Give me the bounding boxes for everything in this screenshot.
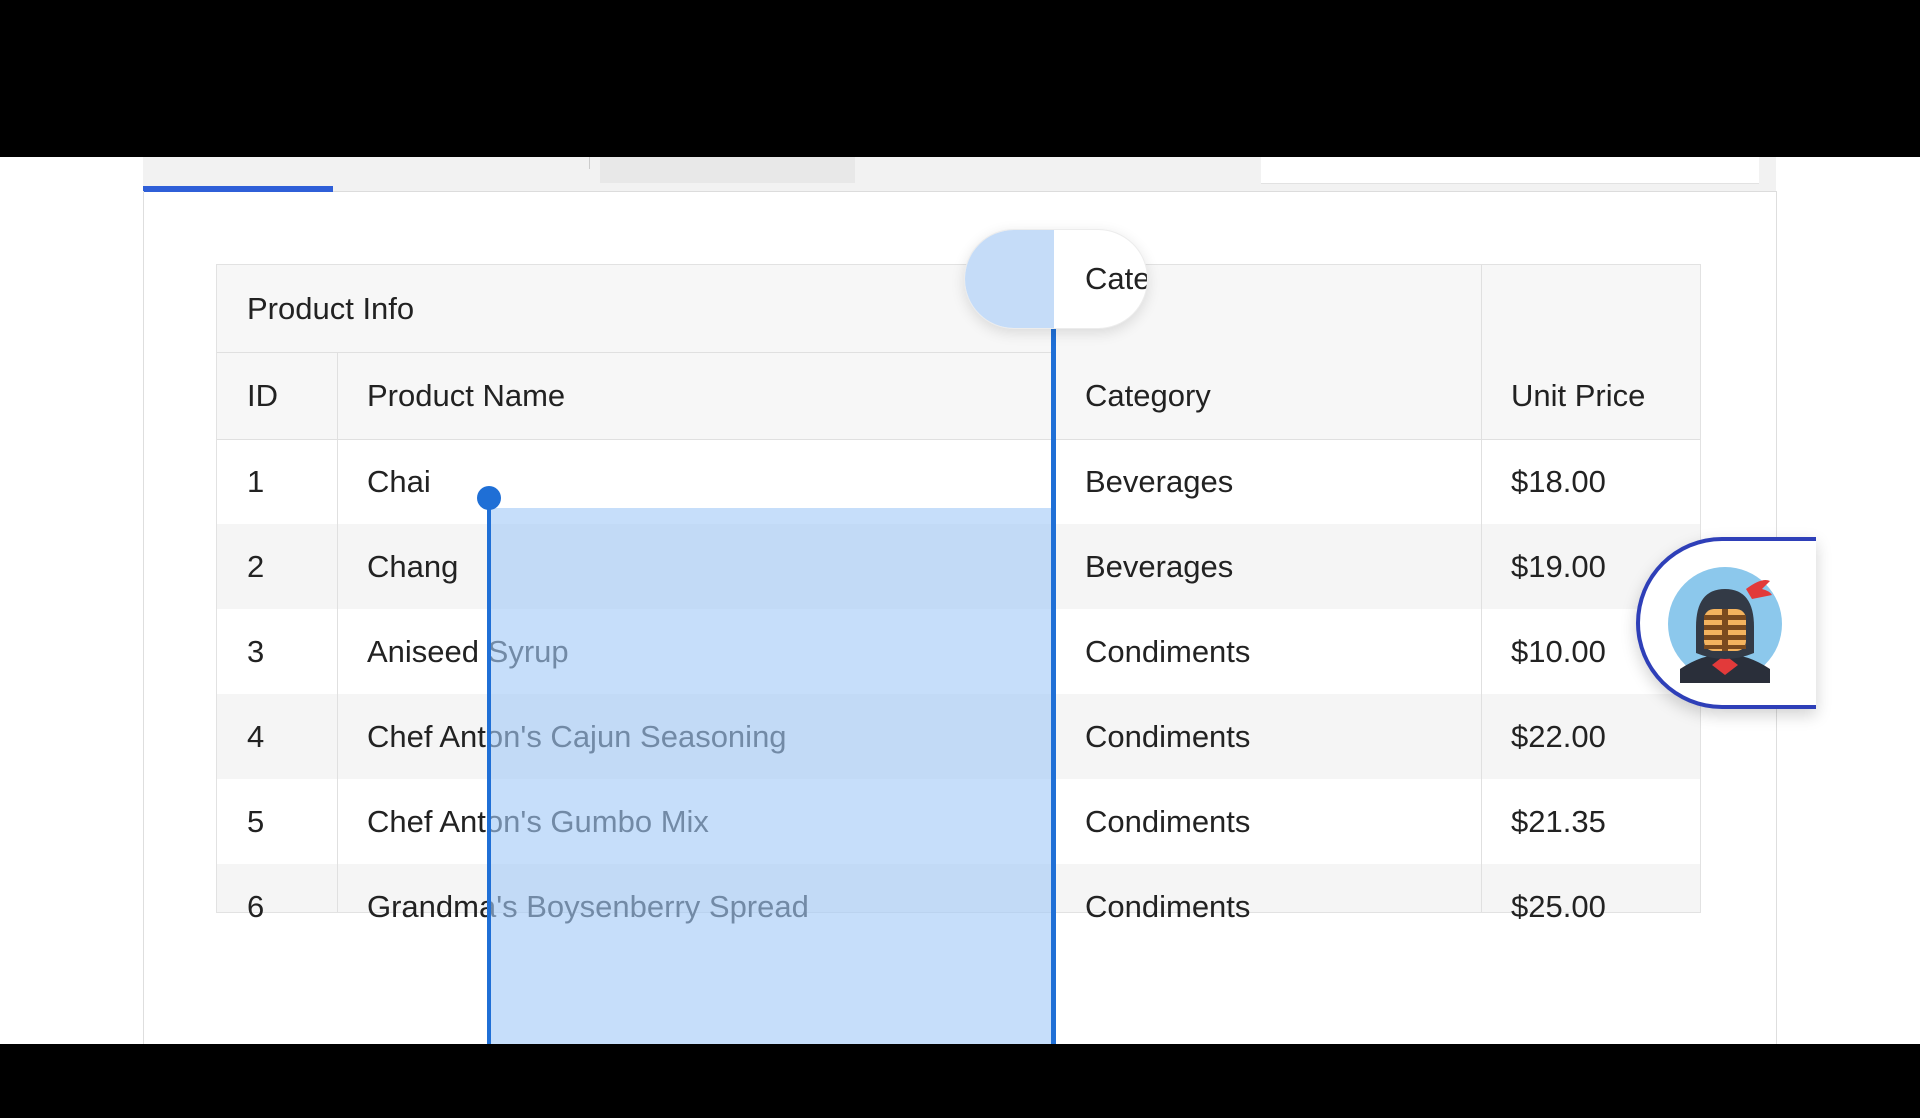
table-row[interactable]: 4 Chef Anton's Cajun Seasoning Condiment… [217, 694, 1700, 779]
drop-indicator-right [1051, 237, 1056, 1044]
cell-id: 4 [247, 718, 265, 754]
cell-id: 1 [247, 463, 265, 499]
data-grid: Product Info ID Product Name Category Un… [216, 264, 1701, 924]
tab-strip [143, 157, 1776, 192]
cell-category: Condiments [1085, 718, 1251, 754]
cell-product-name: Aniseed Syrup [367, 633, 569, 669]
table-row[interactable]: 3 Aniseed Syrup Condiments $10.00 [217, 609, 1700, 694]
column-header-product-name[interactable]: Product Name [337, 352, 1055, 439]
cell-category: Beverages [1085, 463, 1234, 499]
drop-indicator-left [487, 497, 491, 1044]
grid-line [217, 439, 1700, 440]
drag-hint-category[interactable]: Cate [964, 229, 1148, 329]
cell-product-name: Chef Anton's Cajun Seasoning [367, 718, 787, 754]
grid-line [1481, 265, 1482, 912]
avatar-badge[interactable] [1636, 537, 1816, 709]
table-row[interactable]: 6 Grandma's Boysenberry Spread Condiment… [217, 864, 1700, 924]
cell-id: 2 [247, 548, 265, 584]
cell-category: Condiments [1085, 888, 1251, 924]
cell-id: 5 [247, 803, 265, 839]
drag-hint-label: Cate [1085, 261, 1148, 296]
cell-unit-price: $21.35 [1511, 803, 1606, 839]
kendo-ninja-icon [1668, 567, 1782, 683]
column-header-category[interactable]: Category [1055, 352, 1481, 439]
cell-category: Beverages [1085, 548, 1234, 584]
drag-hint-fill [965, 230, 1054, 328]
grid-line [217, 352, 1055, 353]
cell-product-name: Chai [367, 463, 431, 499]
cell-id: 3 [247, 633, 265, 669]
cell-unit-price: $25.00 [1511, 888, 1606, 924]
table-row[interactable]: 2 Chang Beverages $19.00 [217, 524, 1700, 609]
active-tab-indicator [143, 186, 333, 192]
cell-unit-price: $18.00 [1511, 463, 1606, 499]
cell-category: Condiments [1085, 633, 1251, 669]
table-row[interactable]: 5 Chef Anton's Gumbo Mix Condiments $21.… [217, 779, 1700, 864]
cell-product-name: Chang [367, 548, 459, 584]
cell-product-name: Chef Anton's Gumbo Mix [367, 803, 709, 839]
cell-unit-price: $22.00 [1511, 718, 1606, 754]
cell-product-name: Grandma's Boysenberry Spread [367, 888, 809, 924]
search-input[interactable] [1261, 157, 1759, 184]
grid-line [337, 352, 338, 912]
cell-category: Condiments [1085, 803, 1251, 839]
column-header-id[interactable]: ID [217, 352, 337, 439]
group-header-product-info[interactable]: Product Info [217, 265, 1055, 352]
column-header-unit-price[interactable]: Unit Price [1481, 352, 1700, 439]
tab-separator [589, 157, 590, 169]
resize-handle[interactable] [477, 486, 501, 510]
panel-border-left [143, 191, 144, 1044]
app-screen: Product Info ID Product Name Category Un… [0, 157, 1920, 1044]
tab-item[interactable] [600, 157, 855, 183]
cell-id: 6 [247, 888, 265, 924]
table-row[interactable]: 1 Chai Beverages $18.00 [217, 439, 1700, 524]
